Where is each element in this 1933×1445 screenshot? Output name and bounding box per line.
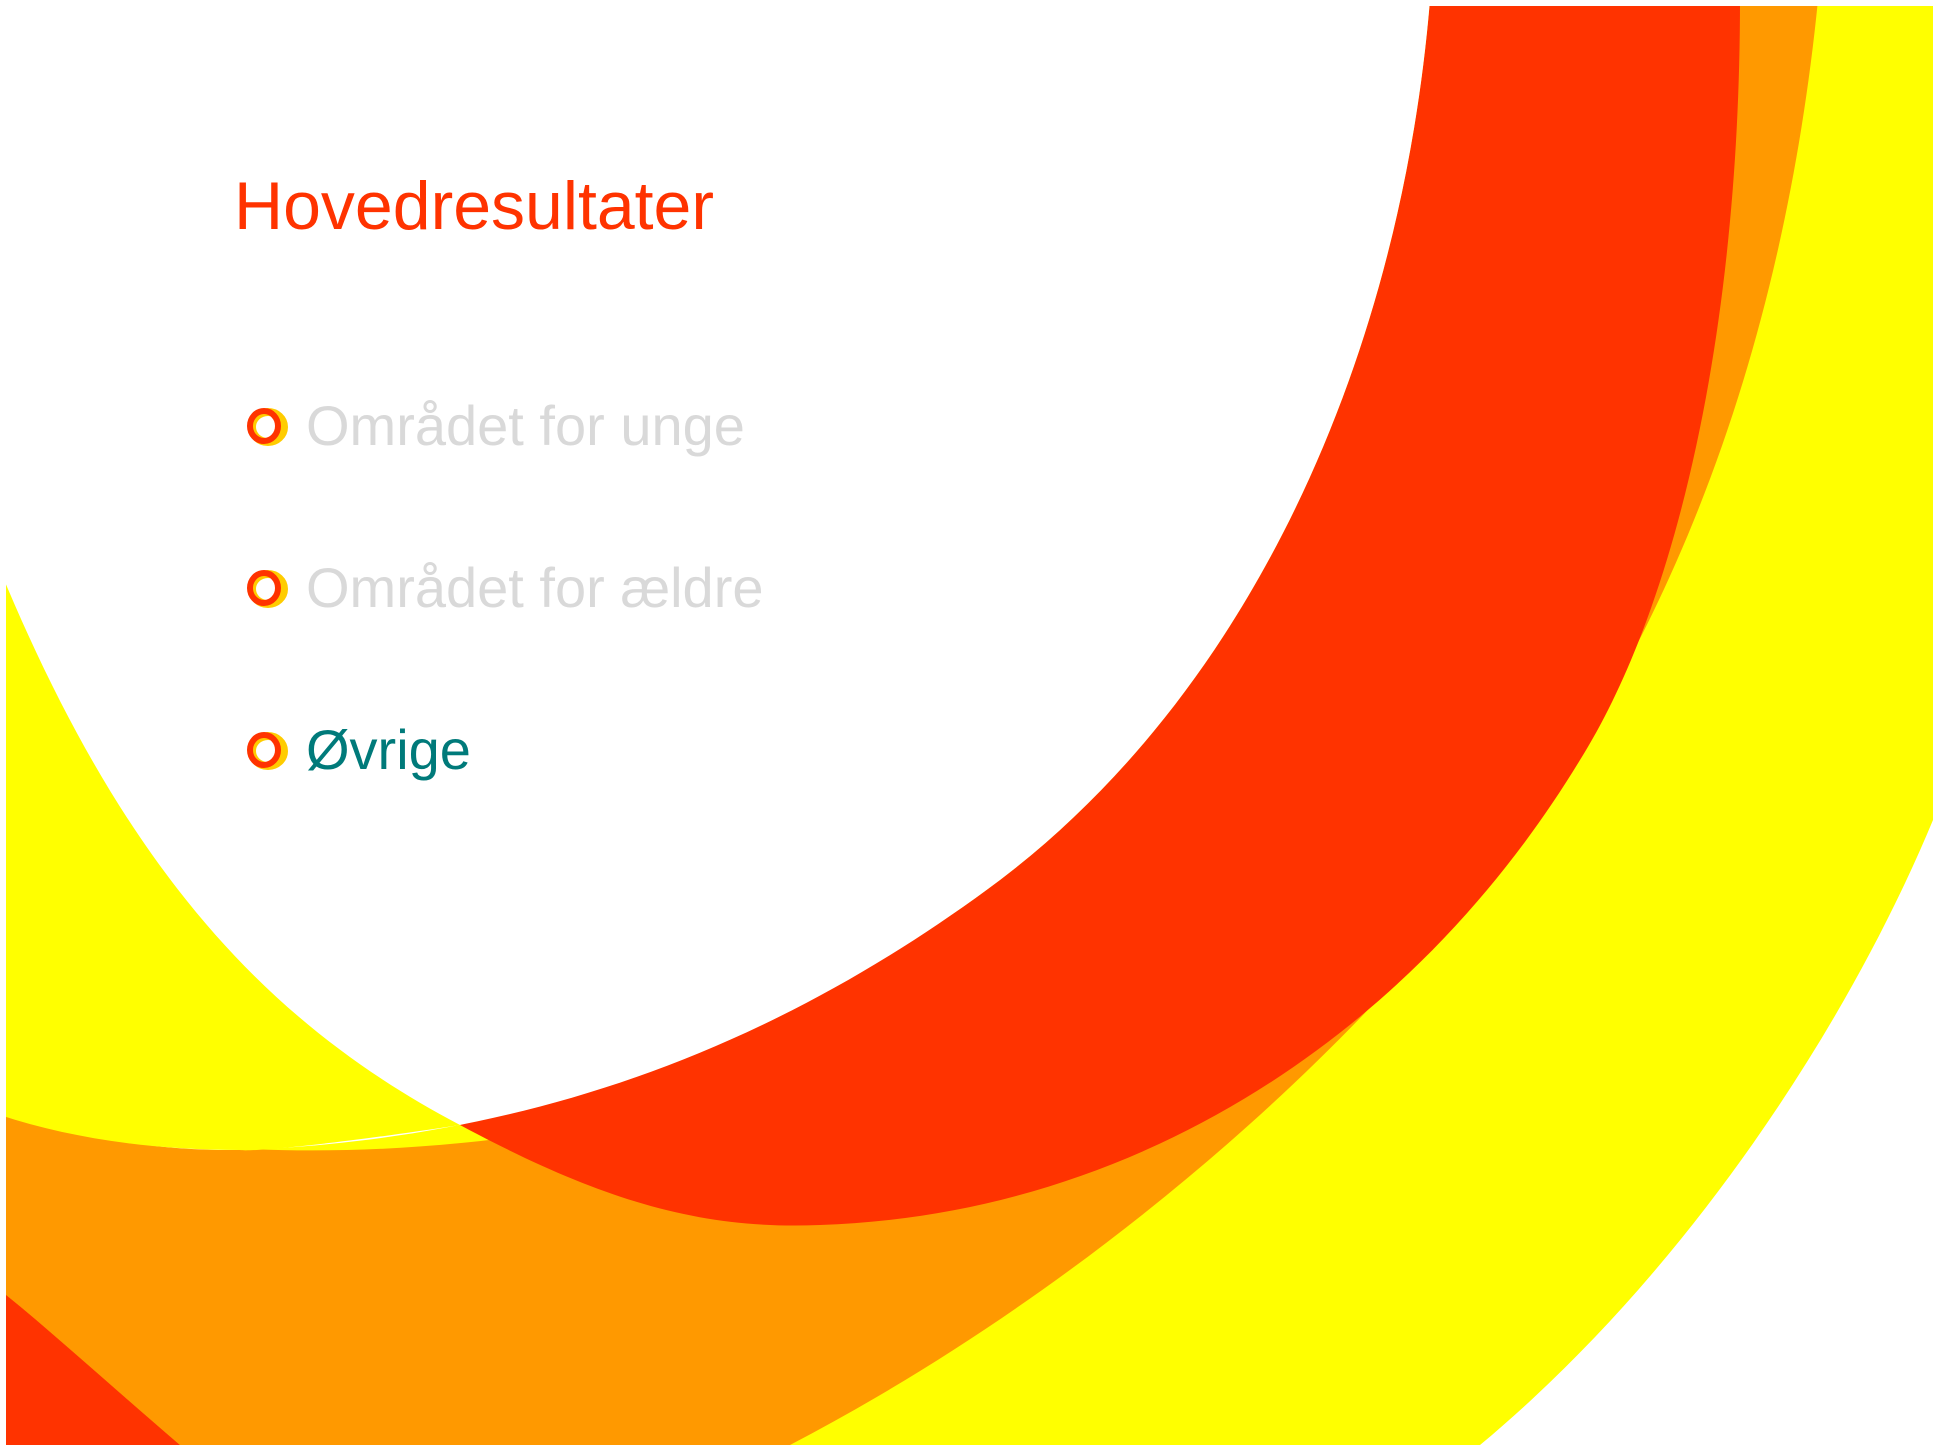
bullet-label: Området for ældre bbox=[306, 556, 764, 619]
bg-left-edge bbox=[0, 0, 6, 1445]
bullet-label: Området for unge bbox=[306, 394, 745, 457]
bullet-list: Området for unge Området for ældre Øvrig… bbox=[244, 390, 764, 876]
bullet-label: Øvrige bbox=[306, 718, 471, 781]
bullet-item-aeldre: Området for ældre bbox=[244, 552, 764, 714]
bg-top-edge bbox=[0, 0, 1933, 6]
slide: Hovedresultater Området for unge Området… bbox=[0, 0, 1933, 1445]
bullet-item-unge: Området for unge bbox=[244, 390, 764, 552]
ring-bullet-icon bbox=[247, 732, 288, 770]
ring-bullet-icon bbox=[247, 570, 288, 608]
slide-title: Hovedresultater bbox=[234, 168, 715, 244]
ring-bullet-icon bbox=[247, 408, 288, 446]
bullet-item-oevrige: Øvrige bbox=[244, 714, 764, 876]
